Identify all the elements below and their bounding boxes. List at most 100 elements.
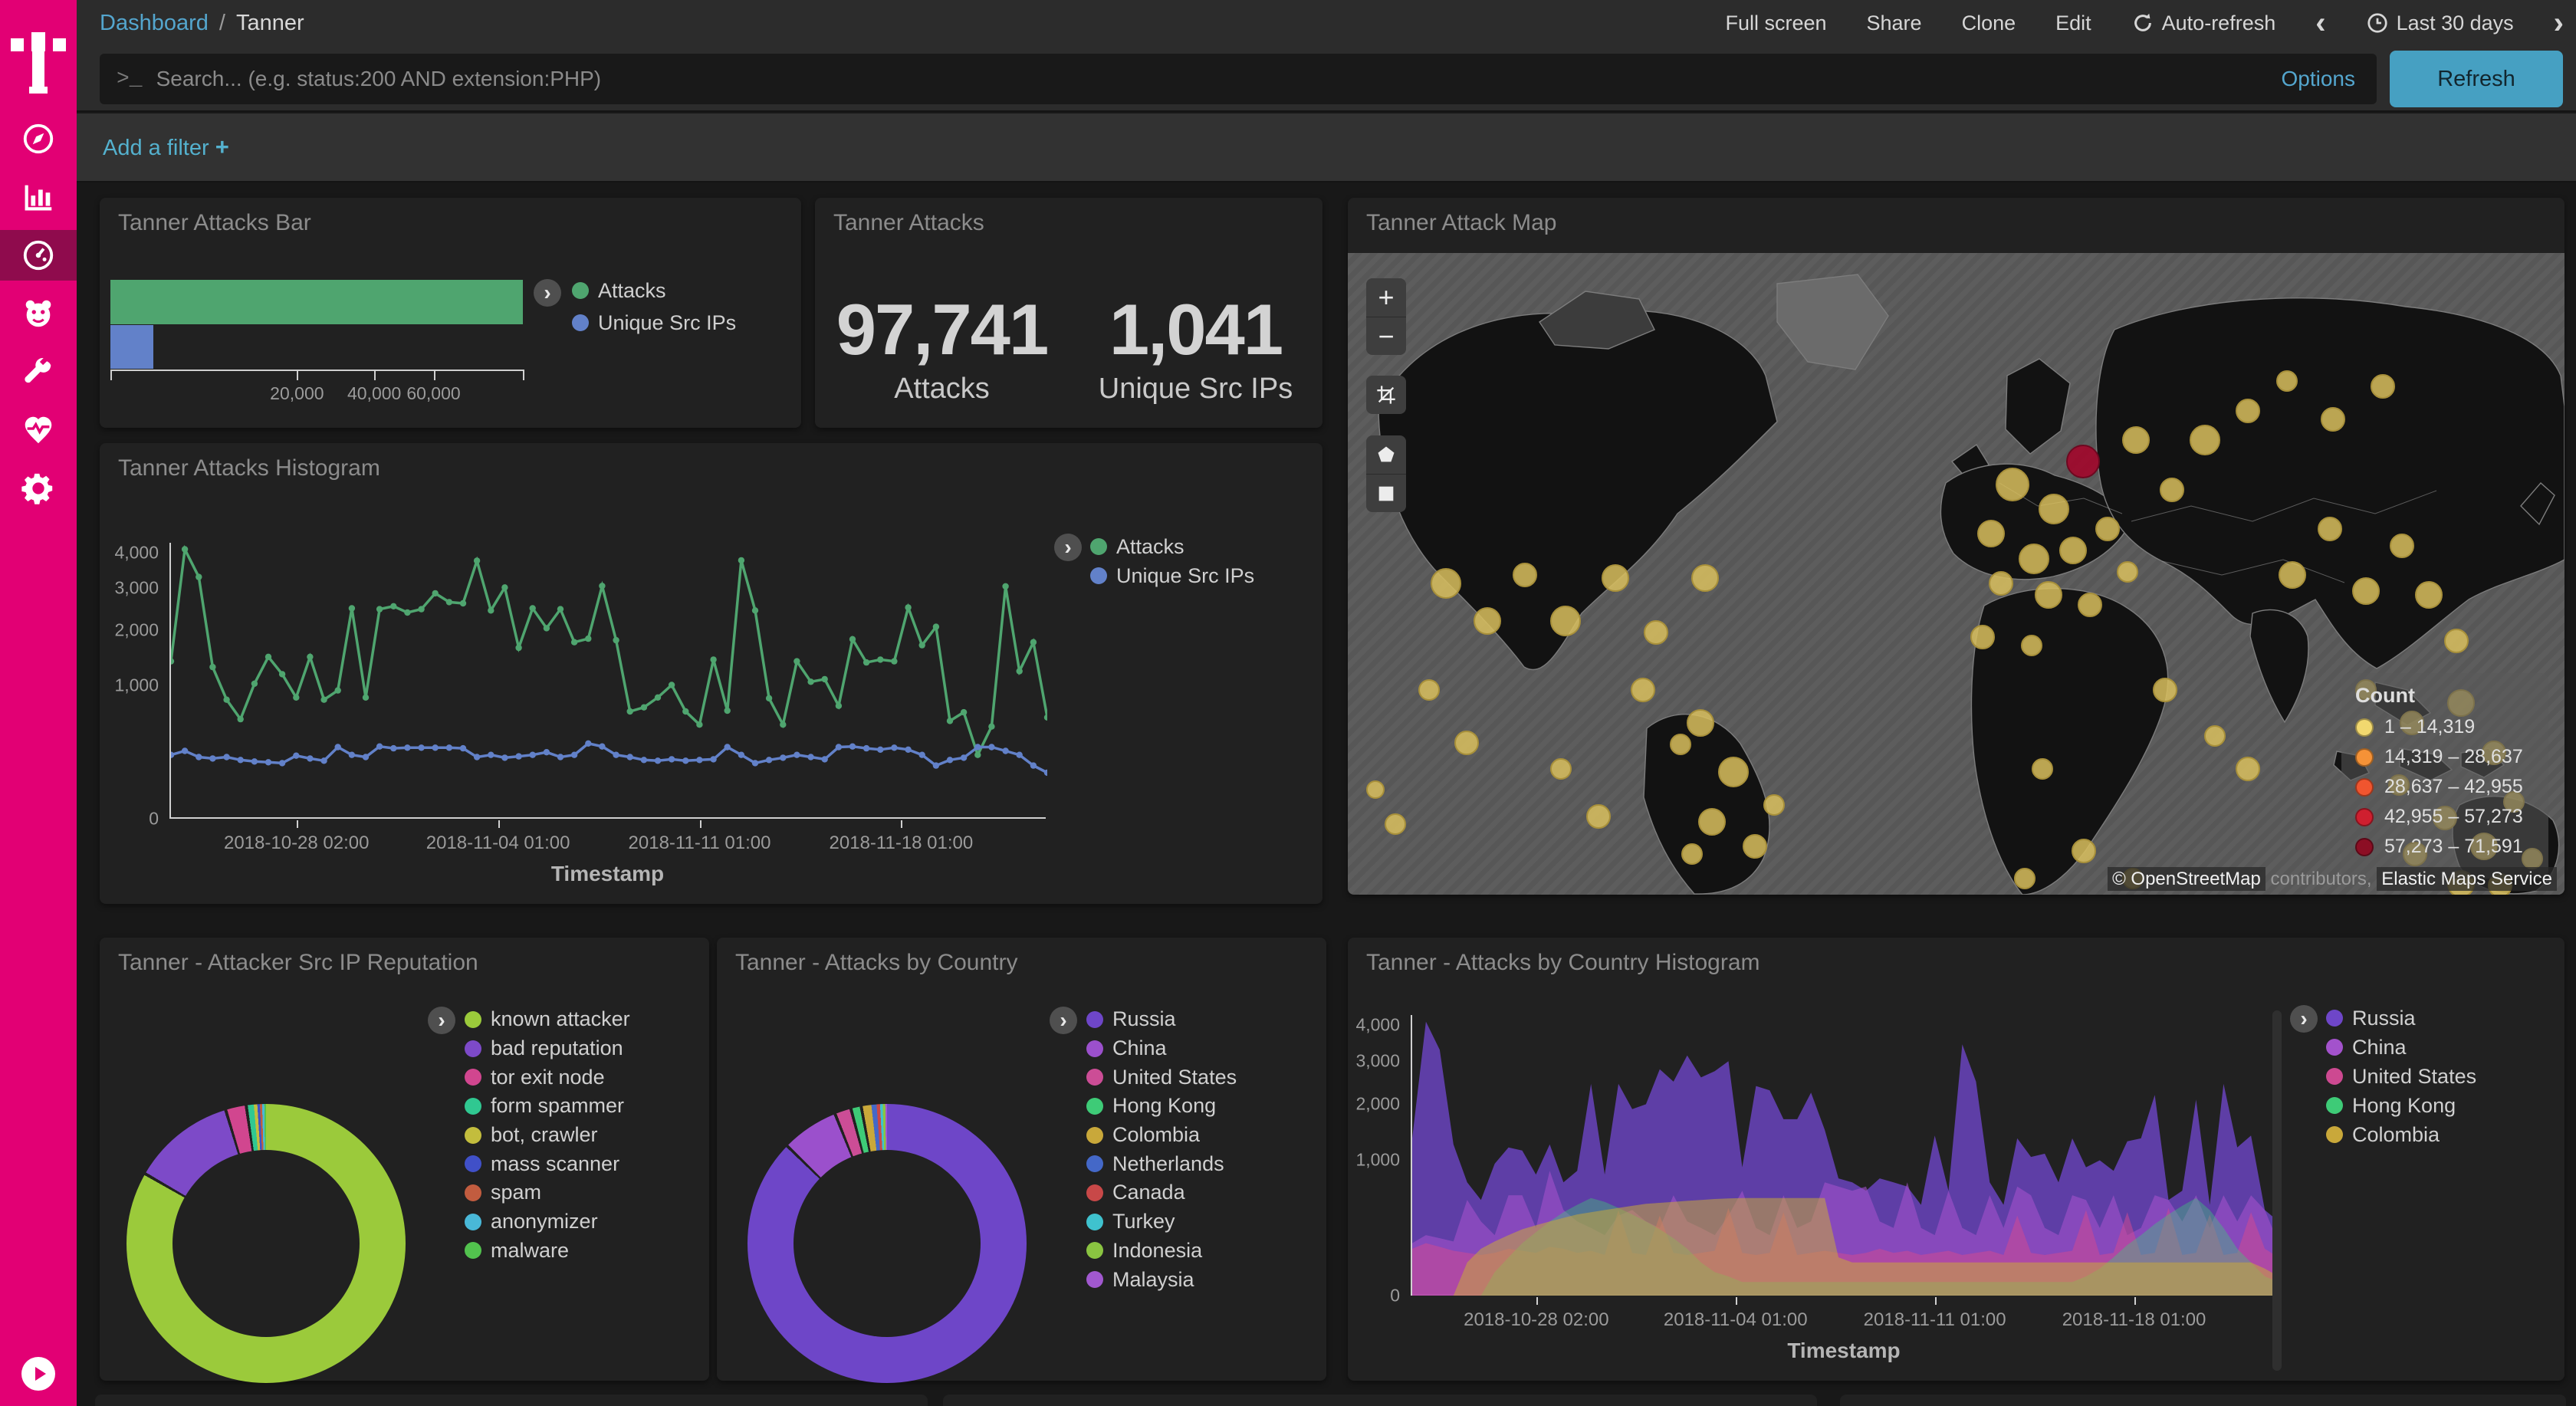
attack-circle[interactable] [2118, 562, 2137, 582]
attack-circle[interactable] [2416, 582, 2442, 608]
attack-circle[interactable] [2445, 629, 2468, 652]
attack-circle[interactable] [1743, 835, 1766, 858]
data-point[interactable] [961, 709, 967, 715]
data-point[interactable] [947, 757, 953, 763]
legend-item[interactable]: Netherlands [1086, 1149, 1237, 1178]
data-point[interactable] [307, 755, 313, 761]
attack-circle[interactable] [2078, 593, 2101, 616]
attack-circle[interactable] [2371, 375, 2394, 398]
data-point[interactable] [585, 636, 591, 642]
attack-circle[interactable] [2015, 869, 2035, 889]
attack-circle[interactable] [2277, 371, 2297, 391]
attack-circle[interactable] [2072, 839, 2095, 862]
legend-item[interactable]: anonymizer [465, 1207, 630, 1237]
data-point[interactable] [682, 757, 688, 764]
auto-refresh-button[interactable]: Auto-refresh [2131, 11, 2276, 35]
attack-circle[interactable] [2123, 427, 2149, 453]
attack-circle[interactable] [2154, 678, 2177, 701]
attack-circle[interactable] [1692, 565, 1718, 591]
world-map[interactable]: Count 1 – 14,31914,319 – 28,63728,637 – … [1348, 253, 2564, 895]
ems-attribution[interactable]: Elastic Maps Service [2377, 867, 2557, 891]
attack-circle[interactable] [1971, 626, 1994, 649]
data-point[interactable] [807, 678, 813, 685]
data-point[interactable] [766, 695, 772, 701]
legend-item[interactable]: Colombia [1086, 1121, 1237, 1150]
attack-circle[interactable] [1764, 795, 1784, 815]
legend-item[interactable]: United States [2326, 1062, 2476, 1091]
data-point[interactable] [1002, 583, 1008, 590]
data-point[interactable] [794, 752, 800, 758]
attack-circle[interactable] [2032, 759, 2052, 779]
legend-item[interactable]: China [2326, 1033, 2476, 1062]
data-point[interactable] [891, 658, 897, 664]
attack-circle[interactable] [2036, 582, 2062, 608]
data-point[interactable] [836, 744, 842, 750]
legend-item[interactable]: spam [465, 1178, 630, 1207]
data-point[interactable] [293, 695, 299, 701]
data-point[interactable] [627, 754, 633, 760]
data-point[interactable] [905, 747, 911, 753]
data-point[interactable] [501, 754, 508, 760]
data-point[interactable] [974, 752, 981, 758]
legend-item[interactable]: Attacks [572, 274, 736, 307]
data-point[interactable] [265, 759, 271, 765]
attack-circle[interactable] [1644, 621, 1668, 644]
data-point[interactable] [432, 744, 439, 751]
map-fit-bounds-button[interactable] [1366, 376, 1406, 414]
attack-circle[interactable] [1431, 569, 1460, 598]
data-point[interactable] [238, 757, 244, 763]
attack-circle[interactable] [1419, 680, 1439, 700]
reputation-donut-chart[interactable] [127, 1104, 406, 1383]
data-point[interactable] [696, 721, 702, 728]
data-point[interactable] [544, 625, 550, 631]
data-point[interactable] [1017, 668, 1023, 674]
data-point[interactable] [1044, 714, 1047, 721]
attack-circle-high-count[interactable] [2067, 445, 2099, 478]
legend-item[interactable]: Russia [1086, 1005, 1237, 1034]
data-point[interactable] [557, 754, 564, 760]
data-point[interactable] [710, 756, 716, 762]
legend-item[interactable]: China [1086, 1034, 1237, 1063]
attack-circle[interactable] [2060, 537, 2086, 563]
data-point[interactable] [279, 760, 285, 766]
attack-circle[interactable] [1990, 572, 2013, 595]
attack-circle[interactable] [1699, 809, 1725, 835]
data-point[interactable] [794, 658, 800, 664]
data-point[interactable] [961, 754, 967, 760]
breadcrumb-dashboard-link[interactable]: Dashboard [100, 11, 209, 36]
data-point[interactable] [320, 757, 327, 764]
legend-item[interactable]: Indonesia [1086, 1237, 1237, 1266]
sidebar-item-visualize[interactable] [0, 172, 77, 222]
legend-item[interactable]: bot, crawler [465, 1121, 630, 1150]
data-point[interactable] [822, 756, 828, 762]
clone-button[interactable]: Clone [1962, 11, 2016, 35]
sidebar-item-dashboard[interactable] [0, 230, 77, 281]
legend-item[interactable]: Russia [2326, 1004, 2476, 1033]
legend-expand-chevron[interactable]: › [2290, 1005, 2318, 1033]
sidebar-item-monitoring[interactable] [0, 405, 77, 455]
data-point[interactable] [933, 623, 939, 629]
data-point[interactable] [251, 681, 258, 687]
sidebar-item-dev-tools[interactable] [0, 347, 77, 397]
data-point[interactable] [891, 744, 897, 751]
data-point[interactable] [446, 744, 452, 751]
sidebar-item-timelion[interactable] [0, 288, 77, 339]
attack-circle[interactable] [2160, 478, 2183, 501]
data-point[interactable] [669, 756, 675, 762]
data-point[interactable] [877, 747, 883, 753]
legend-item[interactable]: mass scanner [465, 1149, 630, 1178]
data-point[interactable] [223, 754, 229, 760]
data-point[interactable] [460, 600, 466, 606]
data-point[interactable] [171, 752, 174, 758]
data-point[interactable] [335, 744, 341, 750]
bar-attacks[interactable] [110, 280, 523, 324]
data-point[interactable] [171, 658, 174, 664]
legend-item[interactable]: bad reputation [465, 1034, 630, 1063]
legend-item[interactable]: Unique Src IPs [572, 307, 736, 339]
map-draw-polygon-button[interactable] [1366, 435, 1406, 474]
data-point[interactable] [320, 697, 327, 703]
data-point[interactable] [947, 718, 953, 724]
data-point[interactable] [724, 708, 731, 714]
data-point[interactable] [585, 741, 591, 747]
time-range-picker[interactable]: Last 30 days [2366, 11, 2514, 35]
